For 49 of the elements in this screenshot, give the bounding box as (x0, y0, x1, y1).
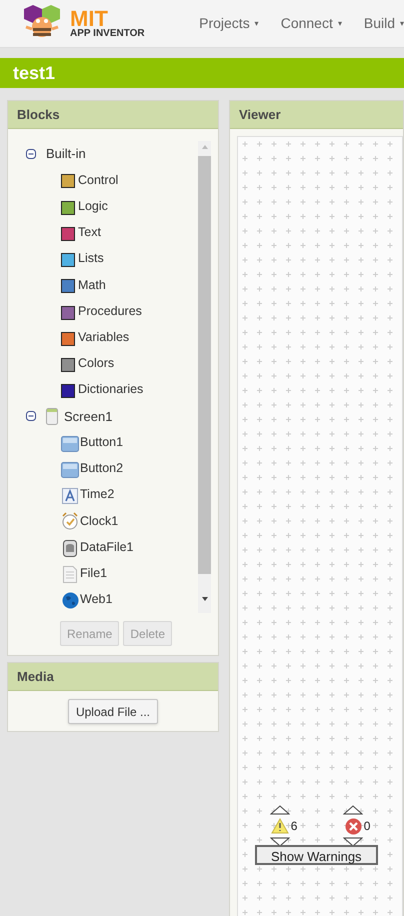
tree-item[interactable]: Logic (61, 193, 198, 220)
menu-dropdown[interactable]: Build ▾ (364, 13, 404, 34)
tree-item[interactable]: Math (61, 272, 198, 298)
error-icon (344, 818, 362, 834)
tree-item[interactable]: Clock1 (61, 508, 198, 534)
panel-title: Blocks (17, 106, 60, 124)
scroll-down-icon[interactable] (200, 596, 208, 602)
tree-item[interactable]: Lists (61, 246, 198, 272)
menu-dropdown[interactable]: Projects ▾ (199, 13, 259, 34)
panel-title: Media (17, 668, 54, 686)
logo-title: MIT (70, 8, 108, 28)
warning-icon (270, 818, 289, 834)
warning-count: 6 (290, 818, 298, 835)
phone-screen-icon (46, 408, 58, 425)
tree-node[interactable]: Built-in (25, 141, 198, 168)
up-arrow-icon[interactable] (343, 805, 364, 815)
alarm-clock-icon (61, 512, 79, 530)
tree-node[interactable]: Screen1 (25, 403, 198, 430)
tree-item[interactable]: Text (61, 220, 198, 246)
upload-file-button[interactable]: Upload File ... (68, 699, 158, 724)
tree-item[interactable]: Dictionaries (61, 376, 198, 404)
tree-item[interactable]: Variables (61, 324, 198, 351)
tree-item[interactable]: Button1 (61, 429, 198, 456)
tree-item[interactable]: File1 (61, 560, 198, 587)
show-warnings-button[interactable]: Show Warnings (255, 845, 378, 865)
down-arrow-icon[interactable] (270, 837, 290, 847)
tree-item[interactable]: Procedures (61, 298, 198, 325)
down-arrow-icon[interactable] (343, 837, 364, 847)
logo-subtitle: APP INVENTOR (70, 28, 145, 38)
tree-item[interactable]: Colors (61, 350, 198, 377)
tree-item[interactable]: Web1 (61, 586, 198, 613)
tree-item[interactable]: Button2 (61, 456, 198, 482)
project-title: test1 (13, 62, 56, 84)
collapse-icon[interactable] (26, 149, 36, 160)
error-count: 0 (364, 818, 372, 835)
menu-dropdown[interactable]: Connect ▾ (280, 13, 342, 34)
database-file-icon (63, 540, 77, 556)
letter-a-icon (62, 488, 78, 504)
tree-item[interactable]: DataFile1 (61, 534, 198, 560)
button-component-icon (61, 436, 79, 452)
collapse-icon[interactable] (26, 411, 36, 422)
panel-title: Viewer (239, 106, 281, 124)
document-icon (63, 566, 77, 583)
tree-item[interactable]: Time2 (61, 482, 198, 508)
scrollbar[interactable] (198, 141, 211, 613)
button-component-icon (61, 462, 79, 478)
tree-item[interactable]: Control (61, 167, 198, 194)
up-arrow-icon[interactable] (270, 805, 290, 815)
globe-icon (62, 592, 78, 609)
